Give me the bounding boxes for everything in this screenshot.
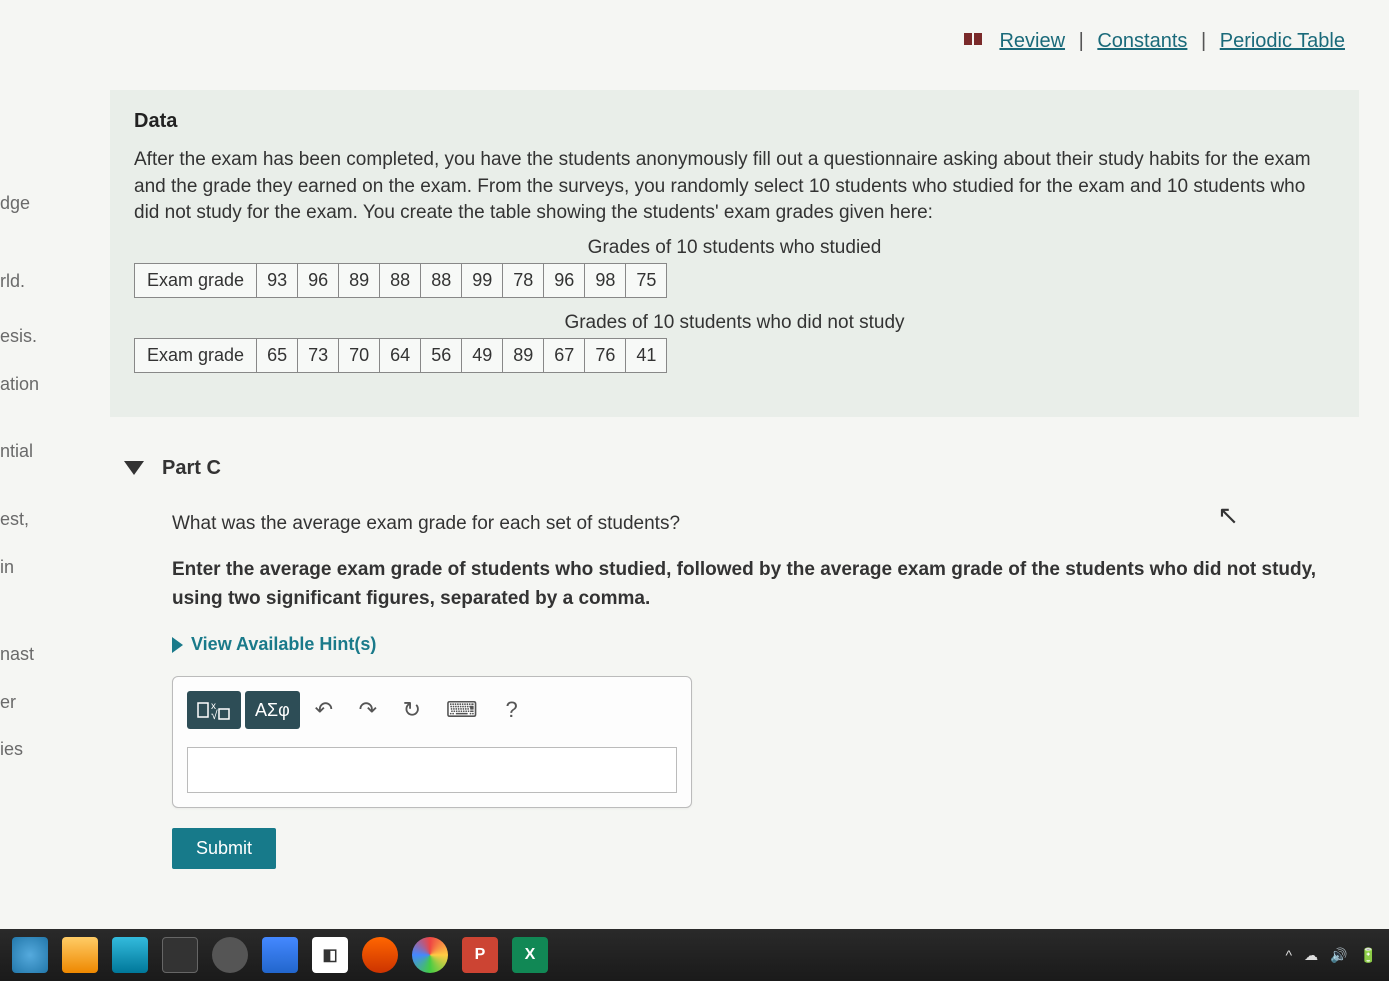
taskbar-app-icon[interactable]	[412, 937, 448, 973]
undo-button[interactable]: ↶	[304, 691, 344, 729]
hints-label: View Available Hint(s)	[191, 631, 376, 658]
grade-cell: 56	[421, 338, 462, 372]
taskbar-app-icon[interactable]	[212, 937, 248, 973]
reset-button[interactable]: ↻	[392, 691, 432, 729]
sidebar-partial: dge rld. esis. ation ntial est, in nast …	[0, 180, 70, 774]
sidebar-item[interactable]: dge	[0, 180, 70, 228]
row-label: Exam grade	[135, 338, 257, 372]
data-block: Data After the exam has been completed, …	[110, 90, 1359, 417]
greek-letters-button[interactable]: ΑΣφ	[245, 691, 300, 729]
top-links-bar: Review | Constants | Periodic Table	[964, 30, 1349, 53]
sidebar-item[interactable]: rld.	[0, 258, 70, 306]
row-label: Exam grade	[135, 263, 257, 297]
grade-cell: 76	[585, 338, 626, 372]
question-text-1: What was the average exam grade for each…	[172, 510, 1359, 539]
grade-cell: 64	[380, 338, 421, 372]
equation-toolbar: x √ ΑΣφ ↶ ↷ ↻ ⌨ ?	[187, 691, 677, 729]
grade-cell: 70	[339, 338, 380, 372]
taskbar-app-icon[interactable]	[162, 937, 198, 973]
grade-cell: 99	[462, 263, 503, 297]
separator: |	[1079, 30, 1084, 52]
caret-down-icon	[124, 461, 144, 475]
sidebar-item[interactable]: est,	[0, 496, 70, 544]
sidebar-item[interactable]: er	[0, 679, 70, 727]
mouse-cursor-icon: ↖	[1217, 500, 1239, 531]
caret-right-icon	[172, 637, 183, 653]
taskbar-app-icon[interactable]	[262, 937, 298, 973]
taskbar-app-icon[interactable]	[362, 937, 398, 973]
grade-cell: 75	[626, 263, 667, 297]
question-block: What was the average exam grade for each…	[172, 510, 1359, 870]
grade-cell: 78	[503, 263, 544, 297]
grades-table-not-studied: Exam grade 65 73 70 64 56 49 89 67 76 41	[134, 338, 667, 373]
question-text-2: Enter the average exam grade of students…	[172, 556, 1359, 613]
taskbar-app-icon[interactable]	[112, 937, 148, 973]
math-template-icon: x √	[197, 699, 231, 721]
data-paragraph: After the exam has been completed, you h…	[134, 147, 1335, 227]
submit-button[interactable]: Submit	[172, 828, 276, 869]
sidebar-item[interactable]: nast	[0, 631, 70, 679]
grade-cell: 88	[380, 263, 421, 297]
tray-battery-icon[interactable]: 🔋	[1360, 947, 1377, 964]
grade-cell: 96	[298, 263, 339, 297]
grade-cell: 49	[462, 338, 503, 372]
answer-input-box: x √ ΑΣφ ↶ ↷ ↻ ⌨ ?	[172, 676, 692, 808]
grade-cell: 96	[544, 263, 585, 297]
tray-cloud-icon[interactable]: ☁	[1304, 947, 1318, 964]
math-templates-button[interactable]: x √	[187, 691, 241, 729]
sidebar-item[interactable]: ation	[0, 361, 70, 409]
windows-taskbar: ◧ P X ^ ☁ 🔊 🔋	[0, 929, 1389, 981]
main-content: Data After the exam has been completed, …	[110, 90, 1359, 869]
taskbar-app-icon[interactable]: ◧	[312, 937, 348, 973]
system-tray[interactable]: ^ ☁ 🔊 🔋	[1286, 947, 1377, 964]
book-icon	[964, 30, 984, 53]
taskbar-app-icon[interactable]	[12, 937, 48, 973]
table-caption-studied: Grades of 10 students who studied	[134, 237, 1335, 259]
help-button[interactable]: ?	[492, 691, 532, 729]
periodic-table-link[interactable]: Periodic Table	[1220, 30, 1345, 52]
constants-link[interactable]: Constants	[1097, 30, 1187, 52]
powerpoint-icon[interactable]: P	[462, 937, 498, 973]
keyboard-button[interactable]: ⌨	[436, 691, 488, 729]
grade-cell: 67	[544, 338, 585, 372]
separator: |	[1201, 30, 1206, 52]
grade-cell: 41	[626, 338, 667, 372]
taskbar-app-icon[interactable]	[62, 937, 98, 973]
grade-cell: 98	[585, 263, 626, 297]
table-caption-not-studied: Grades of 10 students who did not study	[134, 312, 1335, 334]
part-c-title: Part C	[162, 457, 221, 480]
grade-cell: 73	[298, 338, 339, 372]
grade-cell: 89	[503, 338, 544, 372]
sidebar-item[interactable]: esis.	[0, 313, 70, 361]
view-hints-toggle[interactable]: View Available Hint(s)	[172, 631, 1359, 658]
data-title: Data	[134, 110, 1335, 133]
tray-volume-icon[interactable]: 🔊	[1330, 947, 1347, 964]
excel-icon[interactable]: X	[512, 937, 548, 973]
grade-cell: 88	[421, 263, 462, 297]
sidebar-item[interactable]: ies	[0, 726, 70, 774]
redo-button[interactable]: ↷	[348, 691, 388, 729]
grade-cell: 89	[339, 263, 380, 297]
review-link[interactable]: Review	[999, 30, 1065, 52]
sidebar-item[interactable]: ntial	[0, 428, 70, 476]
sidebar-item[interactable]: in	[0, 544, 70, 592]
part-c-header[interactable]: Part C	[124, 457, 1359, 480]
grade-cell: 65	[257, 338, 298, 372]
part-c-section: Part C What was the average exam grade f…	[110, 457, 1359, 870]
grades-table-studied: Exam grade 93 96 89 88 88 99 78 96 98 75	[134, 263, 667, 298]
tray-chevron-icon[interactable]: ^	[1286, 947, 1293, 963]
grade-cell: 93	[257, 263, 298, 297]
svg-text:√: √	[211, 708, 218, 721]
answer-input[interactable]	[187, 747, 677, 793]
